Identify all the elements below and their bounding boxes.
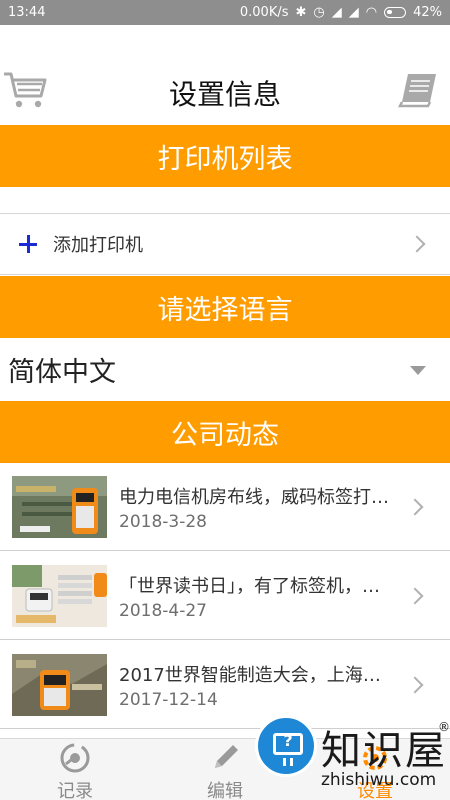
nav-record-label: 记录 — [57, 781, 93, 800]
news-item[interactable]: 电力电信机房布线，威码标签打印机助力高效作业 2018-3-28 — [0, 463, 450, 551]
chevron-right-icon — [406, 498, 424, 516]
language-select[interactable]: 简体中文 — [0, 338, 450, 400]
news-thumbnail-image — [12, 565, 107, 627]
chevron-right-icon — [408, 235, 426, 253]
news-title: 「世界读书日」，有了标签机，书籍整理更轻松 — [119, 576, 397, 597]
signal-icon: ◢ — [331, 5, 342, 20]
news-date: 2017-12-14 — [119, 690, 218, 710]
news-thumbnail-image — [12, 476, 107, 538]
book-icon[interactable] — [398, 72, 440, 108]
section-language: 请选择语言 — [0, 276, 450, 338]
dropdown-caret-icon — [410, 366, 426, 375]
plus-icon — [18, 234, 38, 254]
alarm-icon: ◷ — [313, 5, 325, 20]
chevron-right-icon — [406, 587, 424, 605]
network-speed: 0.00K/s — [239, 5, 289, 20]
section-news: 公司动态 — [0, 401, 450, 463]
add-printer-row[interactable]: 添加打印机 — [0, 213, 450, 275]
nav-edit-label: 编辑 — [207, 781, 243, 800]
page-title: 设置信息 — [168, 78, 281, 111]
nav-edit[interactable]: 编辑 — [185, 739, 265, 800]
chevron-right-icon — [406, 676, 424, 694]
news-item[interactable]: 「世界读书日」，有了标签机，书籍整理更轻松 2018-4-27 — [0, 552, 450, 640]
edit-icon — [215, 745, 238, 768]
news-date: 2018-3-28 — [119, 512, 207, 532]
news-date: 2018-4-27 — [119, 601, 207, 621]
status-icons: 0.00K/s ✱ ◷ ◢ ◢ ◠ 42% — [240, 5, 442, 20]
news-title: 电力电信机房布线，威码标签打印机助力高效作业 — [119, 487, 397, 508]
news-title: 2017世界智能制造大会，上海展会精彩回顾 — [119, 665, 397, 686]
language-selected-value: 简体中文 — [8, 356, 116, 388]
signal-icon-2: ◢ — [348, 5, 359, 20]
watermark-url: zhishiwu.com — [321, 770, 437, 790]
section-printer-list: 打印机列表 — [0, 125, 450, 187]
bluetooth-icon: ✱ — [295, 5, 307, 20]
status-bar: 13:44 0.00K/s ✱ ◷ ◢ ◢ ◠ 42% — [0, 0, 450, 25]
battery-icon — [384, 7, 407, 18]
nav-record[interactable]: 记录 — [35, 739, 115, 800]
battery-level: 42% — [413, 5, 442, 20]
news-thumbnail-image — [12, 654, 107, 716]
status-time: 13:44 — [8, 5, 46, 20]
watermark-registered: ® — [438, 720, 450, 734]
watermark-brand: 知识屋 — [321, 728, 447, 774]
watermark: ? 知识屋 ® zhishiwu.com — [255, 710, 450, 800]
wifi-icon: ◠ — [365, 5, 378, 20]
watermark-monitor-icon: ? — [255, 715, 317, 777]
record-icon — [60, 743, 90, 773]
header: 设置信息 — [0, 25, 450, 125]
add-printer-label: 添加打印机 — [53, 235, 143, 256]
